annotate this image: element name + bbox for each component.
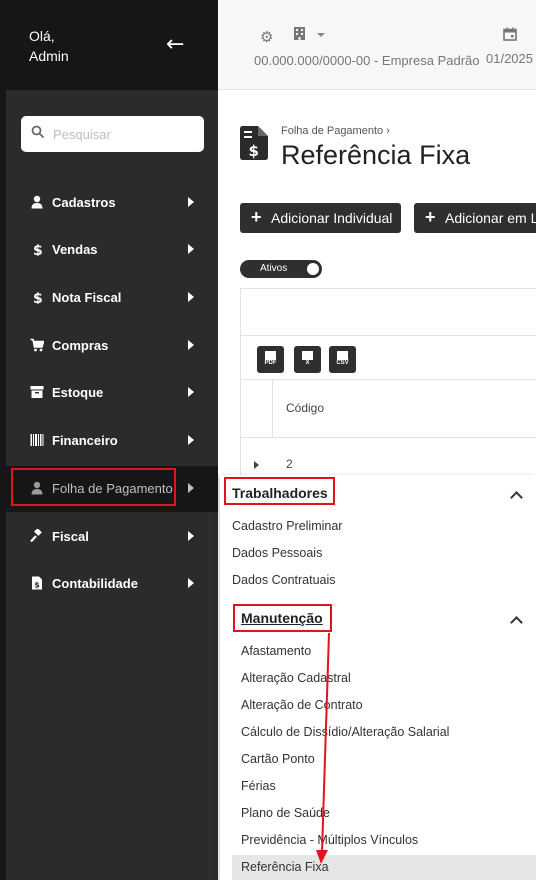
chevron-right-icon (188, 578, 194, 588)
sidebar-item-label: Cadastros (52, 195, 116, 210)
file-invoice-icon: $ (32, 576, 42, 590)
submenu-item-alteracao-cadastral[interactable]: Alteração Cadastral (241, 671, 351, 685)
sidebar-item-label: Financeiro (52, 433, 118, 448)
submenu-item-dados-contratuais[interactable]: Dados Contratuais (232, 573, 336, 587)
search-icon (31, 125, 45, 139)
chevron-right-icon (188, 435, 194, 445)
export-excel-button[interactable]: X (294, 346, 321, 373)
submenu-item-referencia-fixa[interactable]: Referência Fixa (232, 855, 536, 880)
sidebar-item-fiscal[interactable]: Fiscal (6, 514, 218, 560)
add-batch-label: Adicionar em Lo (445, 210, 536, 226)
sidebar-item-contabilidade[interactable]: $ Contabilidade (6, 561, 218, 607)
greeting-user-name: Admin (29, 48, 69, 64)
sidebar-item-label: Contabilidade (52, 576, 138, 591)
data-grid: PDF X CSV Código ⋮ 2 (240, 288, 536, 488)
sidebar: Olá, Admin ← Cadastros $ Vendas $ Nota F… (0, 0, 218, 880)
export-excel-label: X (299, 360, 316, 367)
toggle-label: Ativos (260, 263, 288, 274)
sidebar-item-label: Nota Fiscal (52, 290, 122, 305)
cart-icon (30, 338, 44, 352)
user-icon (31, 195, 43, 209)
export-pdf-button[interactable]: PDF (257, 346, 284, 373)
chevron-right-icon (188, 483, 194, 493)
highlight-box-trabalhadores (224, 477, 335, 505)
submenu-item-cartao-ponto[interactable]: Cartão Ponto (241, 752, 315, 766)
barcode-icon (30, 434, 44, 446)
top-bar: ⚙ 00.000.000/0000-00 - Empresa Padrão 01… (218, 0, 536, 90)
submenu-item-afastamento[interactable]: Afastamento (241, 644, 311, 658)
chevron-right-icon (188, 292, 194, 302)
arrow-left-icon[interactable]: ← (166, 34, 184, 56)
chevron-right-icon (188, 387, 194, 397)
row-expand-icon[interactable] (254, 461, 259, 469)
column-separator (272, 380, 273, 438)
grid-divider (241, 335, 536, 336)
active-filter-toggle[interactable]: Ativos (240, 260, 322, 278)
plus-icon: + (251, 207, 262, 227)
sidebar-item-label: Estoque (52, 385, 104, 400)
dollar-icon: $ (33, 291, 43, 304)
gear-icon[interactable]: ⚙ (260, 28, 273, 46)
plus-icon: + (425, 207, 436, 227)
calendar-icon[interactable] (503, 27, 517, 41)
svg-text:$: $ (33, 291, 43, 304)
chevron-right-icon (188, 244, 194, 254)
greeting-line-1: Olá, (29, 28, 55, 44)
building-icon[interactable] (294, 27, 305, 40)
submenu-item-plano-saude[interactable]: Plano de Saúde (241, 806, 330, 820)
dollar-icon: $ (33, 243, 43, 256)
submenu-item-cadastro-preliminar[interactable]: Cadastro Preliminar (232, 519, 342, 533)
sidebar-item-financeiro[interactable]: Financeiro (6, 418, 218, 464)
sidebar-item-label: Vendas (52, 242, 98, 257)
add-individual-button[interactable]: + Adicionar Individual (240, 203, 401, 233)
submenu-item-previdencia[interactable]: Previdência - Múltiplos Vínculos (241, 833, 418, 847)
add-individual-label: Adicionar Individual (271, 210, 393, 226)
chevron-right-icon (188, 340, 194, 350)
export-csv-label: CSV (334, 360, 351, 367)
period-selector[interactable]: 01/2025 (486, 51, 533, 66)
highlight-box-folha (11, 468, 176, 506)
sidebar-item-compras[interactable]: Compras (6, 323, 218, 369)
user-greeting: Olá, Admin (29, 26, 69, 66)
sidebar-item-label: Fiscal (52, 529, 89, 544)
highlight-box-manutencao (233, 604, 332, 632)
sidebar-item-estoque[interactable]: Estoque (6, 370, 218, 416)
chevron-right-icon (188, 531, 194, 541)
grid-divider (241, 437, 536, 438)
submenu-item-dados-pessoais[interactable]: Dados Pessoais (232, 546, 322, 560)
page-title: Referência Fixa (281, 140, 471, 170)
svg-text:$: $ (249, 142, 259, 160)
file-invoice-dollar-icon: $ (240, 126, 268, 160)
submenu-item-calculo-dissidio[interactable]: Cálculo de Dissídio/Alteração Salarial (241, 725, 449, 739)
breadcrumb-folha[interactable]: Folha de Pagamento (281, 125, 383, 137)
svg-text:$: $ (33, 243, 43, 256)
add-batch-button[interactable]: + Adicionar em Lo (414, 203, 536, 233)
sidebar-item-nota-fiscal[interactable]: $ Nota Fiscal (6, 275, 218, 321)
company-selector[interactable]: 00.000.000/0000-00 - Empresa Padrão (254, 53, 480, 68)
submenu-flyout: Trabalhadores Cadastro Preliminar Dados … (220, 475, 536, 880)
search-box[interactable] (21, 116, 204, 152)
breadcrumb: Folha de Pagamento › (281, 125, 390, 137)
export-pdf-label: PDF (262, 360, 279, 367)
submenu-item-alteracao-contrato[interactable]: Alteração de Contrato (241, 698, 363, 712)
sidebar-item-vendas[interactable]: $ Vendas (6, 227, 218, 273)
breadcrumb-separator-icon: › (386, 125, 390, 137)
svg-text:$: $ (34, 581, 40, 590)
toggle-knob (307, 263, 319, 275)
submenu-item-ferias[interactable]: Férias (241, 779, 276, 793)
table-row-code: 2 (286, 457, 293, 471)
gavel-icon (30, 529, 42, 543)
search-input[interactable] (53, 123, 193, 145)
sidebar-header: Olá, Admin ← (0, 0, 218, 90)
sidebar-item-cadastros[interactable]: Cadastros (6, 180, 218, 226)
archive-icon (30, 386, 44, 398)
export-csv-button[interactable]: CSV (329, 346, 356, 373)
grid-divider (241, 379, 536, 380)
chevron-up-icon[interactable] (510, 491, 523, 504)
sidebar-item-label: Compras (52, 338, 109, 353)
chevron-right-icon (188, 197, 194, 207)
chevron-up-icon[interactable] (510, 616, 523, 629)
column-header-codigo[interactable]: Código (286, 401, 324, 415)
chevron-down-icon[interactable] (317, 33, 325, 37)
